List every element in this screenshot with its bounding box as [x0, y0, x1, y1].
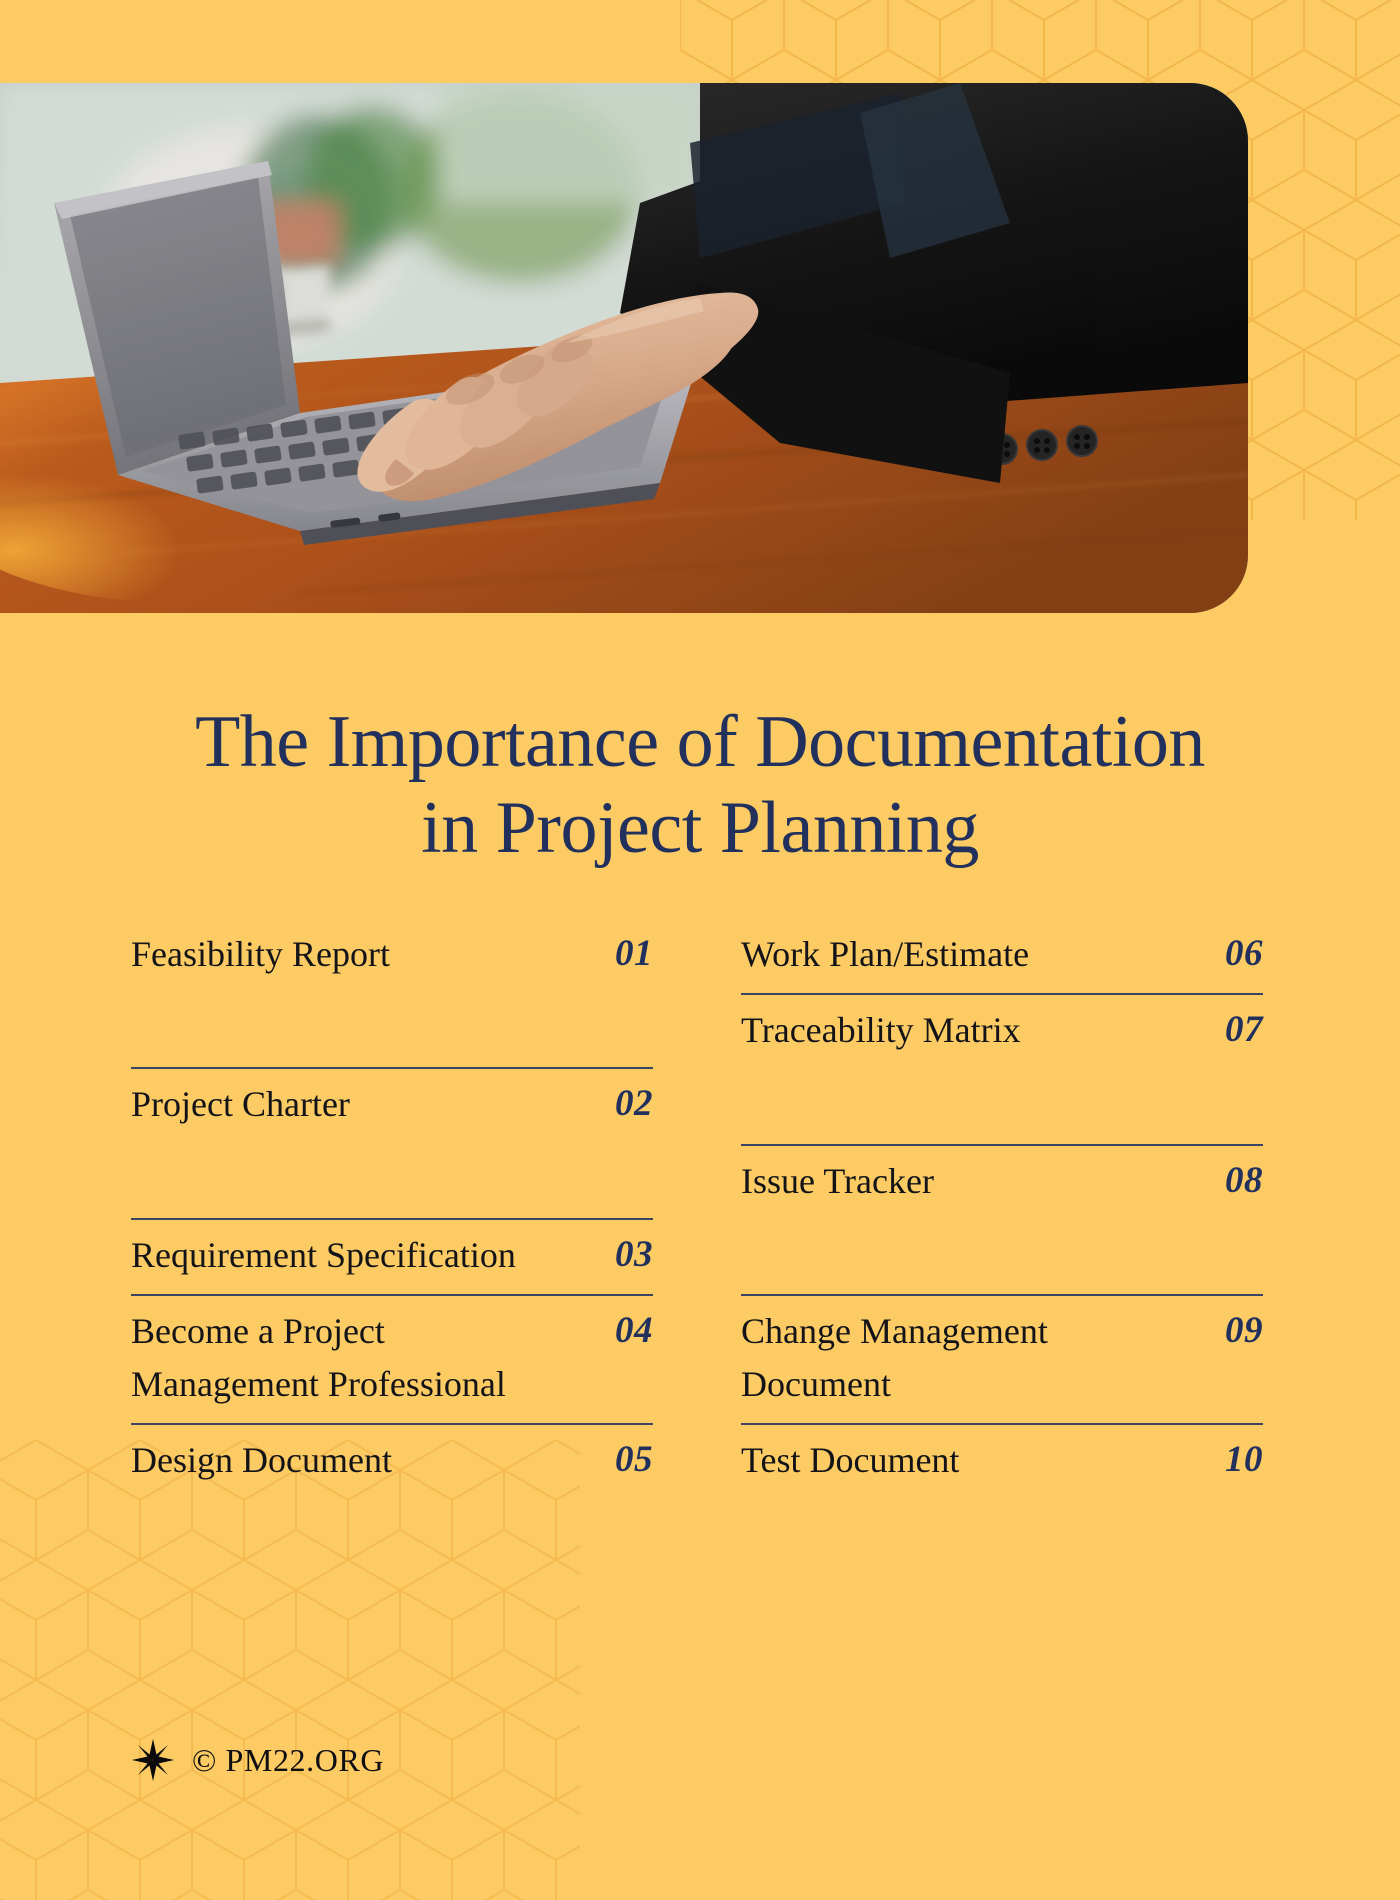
list-item-number: 03 — [615, 1233, 653, 1275]
eight-point-star-icon — [131, 1738, 175, 1782]
list-item-number: 09 — [1225, 1309, 1263, 1351]
list-item-number: 01 — [615, 933, 653, 974]
hero-photo — [0, 83, 1248, 613]
list-item-number: 07 — [1225, 1009, 1263, 1051]
list-item-number: 05 — [615, 1439, 653, 1481]
list-item-label: Traceability Matrix — [741, 1010, 1021, 1051]
isometric-cube-pattern-bottom-left — [0, 1440, 580, 1900]
list-item-label: Work Plan/Estimate — [741, 934, 1030, 974]
footer: © PM22.ORG — [131, 1738, 384, 1782]
list-item[interactable]: Work Plan/Estimate 06 — [741, 928, 1263, 981]
list-item-label: Project Charter — [131, 1084, 350, 1125]
title-line-2: in Project Planning — [421, 786, 979, 869]
list-item[interactable]: Change Management Document 09 — [741, 1293, 1263, 1412]
list-item-label: Issue Tracker — [741, 1160, 934, 1201]
list-item-label: Feasibility Report — [131, 934, 390, 974]
title-line-1: The Importance of Documentation — [195, 701, 1205, 783]
list-item-label: Become a Project Management Professional — [131, 1310, 506, 1405]
list-item-label: Change Management Document — [741, 1310, 1048, 1405]
list-item-label: Design Document — [131, 1440, 392, 1481]
list-item-number: 08 — [1225, 1159, 1263, 1201]
page-title: The Importance of Documentation in Proje… — [0, 700, 1400, 872]
laptop-typing-photo — [0, 83, 1248, 613]
list-item[interactable]: Requirement Specification 03 — [131, 1217, 653, 1282]
list-item[interactable]: Test Document 10 — [741, 1423, 1263, 1487]
list-item[interactable]: Project Charter 02 — [131, 1067, 653, 1131]
list-item-number: 06 — [1225, 933, 1263, 974]
list-item-number: 10 — [1225, 1439, 1263, 1481]
list-item[interactable]: Issue Tracker 08 — [741, 1143, 1263, 1208]
list-item[interactable]: Design Document 05 — [131, 1423, 653, 1487]
list-item-label: Test Document — [741, 1440, 960, 1481]
title-text: The Importance of Documentation in Proje… — [0, 700, 1400, 872]
documentation-list: Feasibility Report 01 Project Charter 02… — [131, 928, 1263, 1488]
list-column-right: Work Plan/Estimate 06 Traceability Matri… — [741, 928, 1263, 1488]
list-item[interactable]: Traceability Matrix 07 — [741, 993, 1263, 1057]
list-item-label: Requirement Specification — [131, 1234, 516, 1275]
list-item[interactable]: Feasibility Report 01 — [131, 928, 653, 981]
list-item-number: 02 — [615, 1083, 653, 1125]
list-item-number: 04 — [615, 1309, 653, 1351]
list-column-left: Feasibility Report 01 Project Charter 02… — [131, 928, 653, 1488]
list-item[interactable]: Become a Project Management Professional… — [131, 1293, 653, 1412]
footer-copyright-text: © PM22.ORG — [192, 1742, 385, 1778]
